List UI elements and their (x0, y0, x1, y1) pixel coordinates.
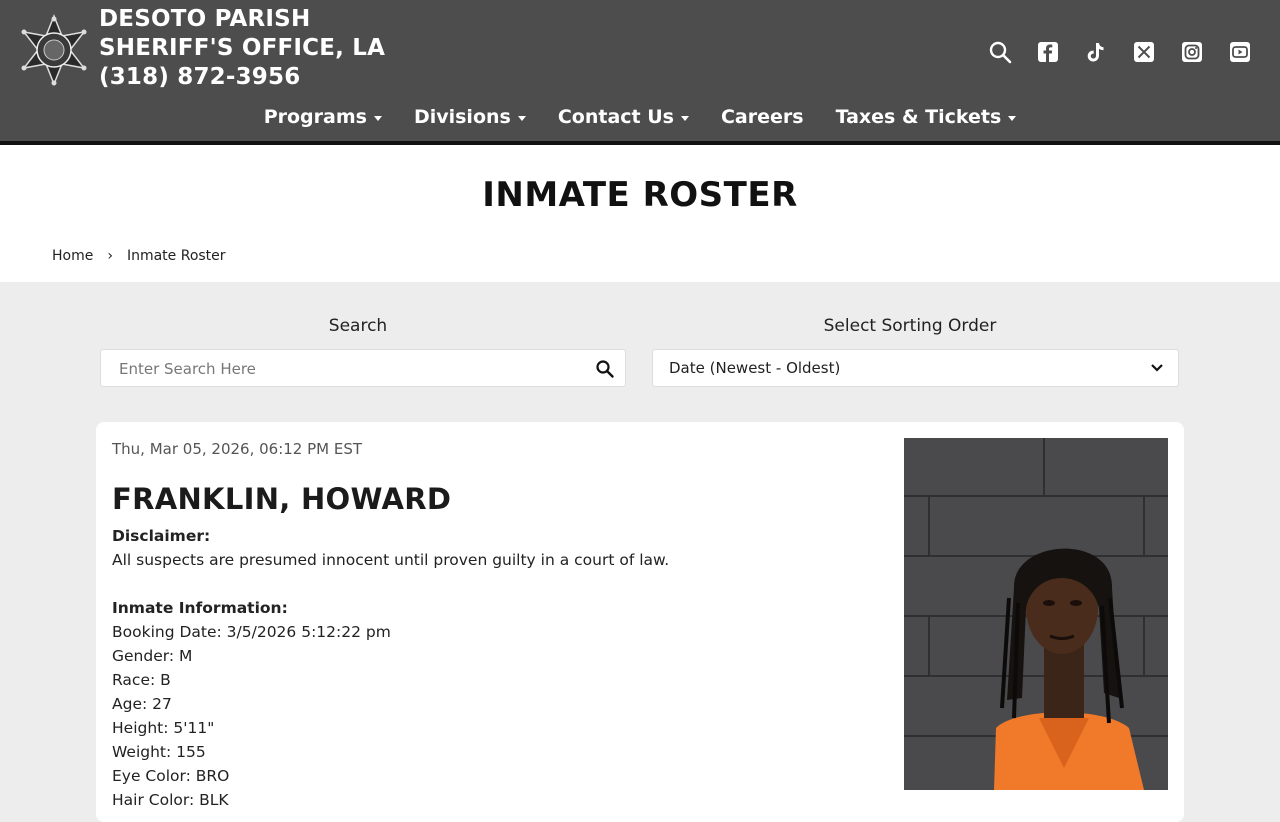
inmate-name[interactable]: FRANKLIN, HOWARD (112, 482, 451, 516)
eye-color: Eye Color: BRO (112, 767, 230, 785)
title-band: INMATE ROSTER Home › Inmate Roster (0, 145, 1280, 282)
caret-down-icon (373, 116, 382, 121)
search-icon[interactable] (988, 40, 1012, 64)
breadcrumb-separator-icon: › (107, 248, 113, 264)
record-date: Thu, Mar 05, 2026, 06:12 PM EST (112, 440, 363, 458)
sort-order-select[interactable]: Date (Newest - Oldest) (652, 349, 1179, 387)
org-phone[interactable]: (318) 872-3956 (99, 63, 385, 92)
search-box (100, 349, 626, 387)
gender: Gender: M (112, 647, 193, 665)
header-icons (988, 40, 1252, 64)
nav-careers-label: Careers (720, 106, 804, 128)
chevron-down-icon (1148, 358, 1166, 382)
main-nav: Programs Divisions Contact Us Careers Ta… (0, 106, 1280, 128)
inmate-info-heading: Inmate Information: (112, 599, 288, 617)
search-icon[interactable] (593, 357, 617, 381)
search-label: Search (328, 316, 388, 336)
site-header: DESOTO PARISH SHERIFF'S OFFICE, LA (318)… (0, 0, 1280, 145)
nav-taxes-tickets[interactable]: Taxes & Tickets (836, 106, 1017, 128)
sort-order-value: Date (Newest - Oldest) (669, 359, 841, 377)
caret-down-icon (680, 116, 689, 121)
breadcrumb: Home › Inmate Roster (52, 248, 226, 264)
sheriff-badge-logo[interactable] (18, 13, 90, 87)
disclaimer-heading: Disclaimer: (112, 527, 211, 545)
org-name-line1: DESOTO PARISH (99, 6, 311, 32)
org-name-line2: SHERIFF'S OFFICE, LA (99, 35, 386, 61)
caret-down-icon (1008, 116, 1017, 121)
nav-contact-us-label: Contact Us (557, 106, 674, 128)
page-title: INMATE ROSTER (482, 175, 798, 215)
disclaimer-text: All suspects are presumed innocent until… (112, 551, 670, 569)
inmate-mugshot[interactable] (904, 438, 1168, 790)
age: Age: 27 (112, 695, 172, 713)
caret-down-icon (517, 116, 526, 121)
facebook-icon[interactable] (1036, 40, 1060, 64)
height: Height: 5'11" (112, 719, 215, 737)
nav-careers[interactable]: Careers (721, 106, 804, 128)
weight: Weight: 155 (112, 743, 206, 761)
hair-color: Hair Color: BLK (112, 791, 229, 809)
breadcrumb-current: Inmate Roster (126, 248, 226, 264)
sort-label: Select Sorting Order (823, 316, 997, 336)
nav-divisions-label: Divisions (413, 106, 511, 128)
tiktok-icon[interactable] (1084, 40, 1108, 64)
youtube-icon[interactable] (1228, 40, 1252, 64)
nav-divisions[interactable]: Divisions (414, 106, 526, 128)
nav-contact-us[interactable]: Contact Us (558, 106, 689, 128)
x-twitter-icon[interactable] (1132, 40, 1156, 64)
inmate-card: Thu, Mar 05, 2026, 06:12 PM EST FRANKLIN… (96, 422, 1184, 822)
search-input[interactable] (117, 359, 581, 379)
org-name[interactable]: DESOTO PARISH SHERIFF'S OFFICE, LA (318)… (99, 5, 385, 92)
nav-programs[interactable]: Programs (264, 106, 382, 128)
instagram-icon[interactable] (1180, 40, 1204, 64)
breadcrumb-home[interactable]: Home (52, 248, 93, 264)
nav-programs-label: Programs (263, 106, 367, 128)
inmate-details: Disclaimer: All suspects are presumed in… (112, 524, 669, 812)
race: Race: B (112, 671, 171, 689)
booking-date: Booking Date: 3/5/2026 5:12:22 pm (112, 623, 391, 641)
nav-taxes-tickets-label: Taxes & Tickets (835, 106, 1002, 128)
